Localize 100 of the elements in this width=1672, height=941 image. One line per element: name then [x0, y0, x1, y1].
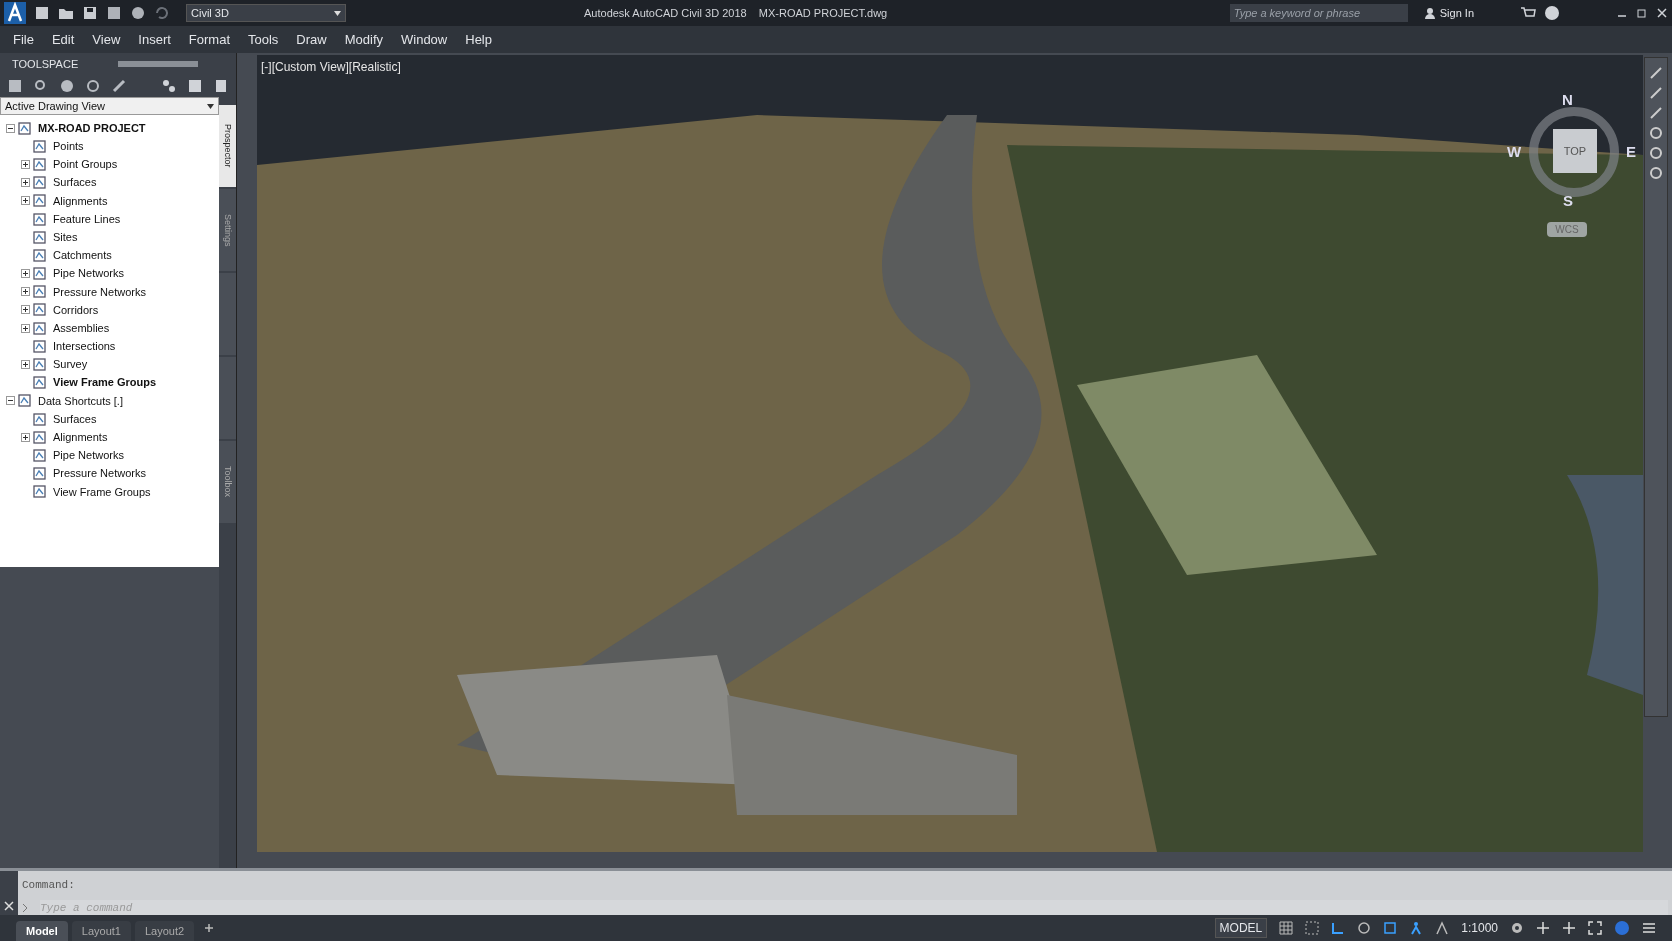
ortho-icon[interactable] [1331, 921, 1346, 935]
command-history: Command: [22, 878, 76, 893]
view-dropdown[interactable]: Active Drawing View [0, 97, 219, 115]
toolspace-title: TOOLSPACE [12, 56, 79, 72]
layout-tab[interactable]: Layout1 [71, 921, 131, 941]
tree-item[interactable]: Pipe Networks [53, 447, 124, 464]
cart-icon[interactable] [1520, 6, 1536, 20]
viewport-label[interactable]: [-][Custom View][Realistic] [261, 58, 401, 76]
link-icon[interactable] [162, 79, 176, 93]
undo-icon[interactable] [154, 6, 170, 20]
annotation-scale-dropdown[interactable]: 1:1000 [1461, 919, 1498, 937]
tree-item[interactable]: Alignments [53, 429, 108, 446]
osnap-icon[interactable] [1383, 921, 1398, 935]
side-tab[interactable]: Prospector [219, 105, 236, 187]
expand-toggle[interactable] [21, 360, 30, 370]
expand-toggle[interactable] [21, 323, 30, 333]
compass-letter: N [1562, 90, 1573, 110]
tree-item[interactable]: Corridors [53, 301, 99, 319]
workspace-dropdown[interactable]: Civil 3D [186, 4, 346, 22]
open-folder-icon[interactable] [58, 6, 74, 20]
window-title: Autodesk AutoCAD Civil 3D 2018 MX-ROAD PROJECT.dwg [584, 5, 888, 21]
expand-toggle[interactable] [21, 432, 30, 442]
tree-item[interactable]: Point Groups [53, 156, 118, 173]
collapse-toggle[interactable] [6, 123, 15, 133]
tree-item[interactable]: Pressure Networks [53, 283, 146, 301]
tree-item-icon [33, 412, 46, 426]
plus-icon[interactable] [1536, 921, 1550, 935]
expand-toggle[interactable] [21, 287, 30, 297]
zoom-icon[interactable] [34, 79, 48, 93]
tree-item-icon [33, 139, 46, 153]
menu-item[interactable]: File [4, 26, 43, 53]
person-icon[interactable] [1409, 921, 1424, 935]
tree-item[interactable]: Points [53, 138, 84, 155]
tree-item[interactable]: Surfaces [53, 410, 97, 428]
menu-item[interactable]: Help [456, 26, 501, 53]
menu-item[interactable]: Window [392, 26, 457, 53]
command-input[interactable]: Type a command [40, 899, 1668, 916]
tree-item-icon [33, 430, 46, 444]
tree-item[interactable]: Surfaces [53, 174, 97, 191]
snap-icon[interactable] [1305, 921, 1320, 935]
tree-item-icon [33, 358, 46, 372]
tree-item[interactable]: Data Shortcuts [.] [38, 392, 123, 410]
viewcube-face[interactable]: TOP [1553, 129, 1597, 173]
model-space-button[interactable]: MODEL [1214, 918, 1268, 938]
menu-item[interactable]: Tools [239, 26, 288, 53]
grid-icon[interactable] [1279, 921, 1294, 935]
annotation-icon[interactable] [1435, 921, 1450, 935]
tree-item-icon [33, 212, 46, 226]
tree-item[interactable]: Assemblies [53, 319, 110, 337]
tree-item-icon [33, 303, 46, 317]
tree-item[interactable]: Pipe Networks [53, 265, 124, 282]
sign-in-link[interactable]: Sign In [1439, 4, 1474, 22]
tree-item[interactable]: Pressure Networks [53, 465, 146, 482]
menu-item[interactable]: Format [179, 26, 239, 53]
expand-toggle[interactable] [21, 178, 30, 188]
tree-item[interactable]: Alignments [53, 192, 108, 210]
layout-tab[interactable]: Layout2 [134, 921, 195, 941]
palette-grip[interactable] [118, 61, 199, 67]
tree-item-icon [33, 267, 46, 281]
tree-item-icon [33, 176, 46, 190]
tree-item[interactable]: View Frame Groups [53, 374, 157, 391]
expand-toggle[interactable] [21, 196, 30, 206]
app-logo-icon[interactable] [4, 2, 26, 24]
expand-toggle[interactable] [21, 269, 30, 279]
user-icon [1423, 7, 1436, 19]
menu-item[interactable]: View [83, 26, 130, 53]
plus-icon[interactable] [1562, 921, 1576, 935]
tree-item[interactable]: Catchments [53, 247, 112, 264]
side-tab[interactable]: Settings [219, 189, 236, 271]
caret-icon [207, 103, 214, 109]
menu-item[interactable]: Edit [42, 26, 84, 53]
search-field[interactable]: Type a keyword or phrase [1229, 4, 1408, 22]
close-icon[interactable] [1656, 7, 1668, 19]
tree-item[interactable]: Survey [53, 356, 88, 373]
tree-item[interactable]: Sites [53, 228, 78, 246]
tree-item-icon [33, 485, 46, 499]
expand-toggle[interactable] [21, 305, 30, 315]
side-tab[interactable]: Toolbox [219, 441, 236, 523]
menu-icon[interactable] [1642, 921, 1656, 935]
tree-item-icon [33, 321, 46, 335]
menu-item[interactable]: Draw [287, 26, 336, 53]
expand-toggle[interactable] [21, 159, 30, 169]
collapse-toggle[interactable] [6, 396, 15, 406]
tree-item[interactable]: View Frame Groups [53, 483, 151, 501]
tree-item-icon [33, 376, 46, 390]
model-viewport[interactable]: [-][Custom View][Realistic] N E S W TOP WCS [257, 55, 1643, 852]
menu-item[interactable]: Insert [129, 26, 180, 53]
tree-item[interactable]: Feature Lines [53, 210, 121, 228]
tree-item[interactable]: Intersections [53, 338, 116, 355]
tree-item-icon [33, 339, 46, 353]
tree-item-icon [33, 448, 46, 462]
tree-item[interactable]: MX-ROAD PROJECT [38, 119, 146, 137]
polar-icon[interactable] [1357, 921, 1372, 935]
fullscreen-icon[interactable] [1588, 921, 1602, 935]
tree-item-icon [18, 394, 31, 408]
save-icon[interactable] [82, 6, 98, 20]
close-icon[interactable] [4, 901, 14, 911]
menu-item[interactable]: Modify [335, 26, 392, 53]
layout-tab[interactable]: Model [16, 921, 68, 941]
restore-icon[interactable] [1636, 7, 1648, 19]
